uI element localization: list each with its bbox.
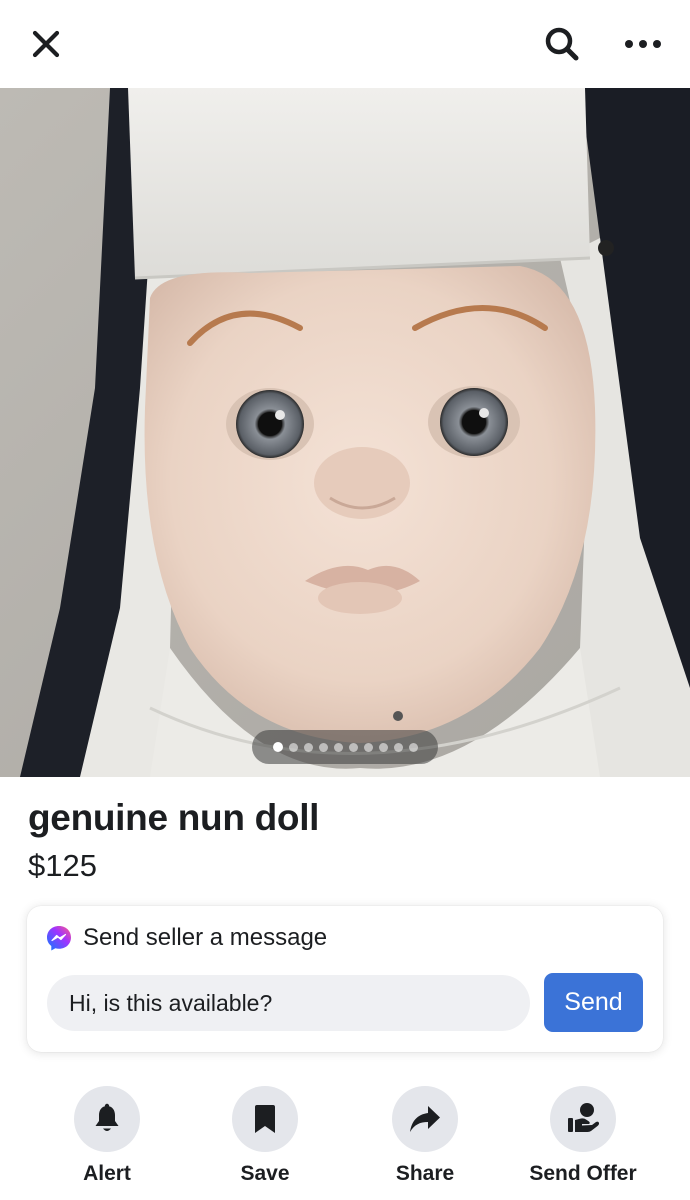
message-input[interactable] xyxy=(47,975,530,1031)
page-dot[interactable] xyxy=(378,742,388,752)
action-label-save: Save xyxy=(240,1162,290,1185)
message-card-header: Send seller a message xyxy=(45,924,327,952)
search-icon xyxy=(545,27,579,61)
bookmark-icon xyxy=(255,1105,275,1133)
alert-circle[interactable] xyxy=(74,1086,140,1152)
page-dot[interactable] xyxy=(318,742,328,752)
send-offer-button[interactable]: Send Offer xyxy=(508,1086,658,1186)
page-dot[interactable] xyxy=(408,742,418,752)
nun-doll-image xyxy=(0,88,690,777)
save-button[interactable]: Save xyxy=(190,1086,340,1186)
message-seller-card: Send seller a message Send xyxy=(27,906,663,1052)
alert-button[interactable]: Alert xyxy=(32,1086,182,1186)
page-dot[interactable] xyxy=(333,742,343,752)
action-label-send-offer: Send Offer xyxy=(529,1162,637,1185)
send-offer-circle[interactable] xyxy=(550,1086,616,1152)
action-label-alert: Alert xyxy=(83,1162,131,1185)
more-icon xyxy=(625,40,661,48)
page-dot[interactable] xyxy=(348,742,358,752)
messenger-icon xyxy=(47,926,71,951)
page-dot[interactable] xyxy=(363,742,373,752)
bell-icon xyxy=(95,1103,119,1131)
search-button[interactable] xyxy=(538,20,586,68)
share-button[interactable]: Share xyxy=(350,1086,500,1186)
page-dot[interactable] xyxy=(288,742,298,752)
send-button[interactable]: Send xyxy=(544,973,643,1032)
page-dot-active[interactable] xyxy=(272,742,283,752)
action-label-share: Share xyxy=(395,1162,455,1185)
close-icon xyxy=(32,30,60,58)
top-bar xyxy=(0,0,690,88)
share-arrow-icon xyxy=(410,1106,440,1132)
photo-pagination-dots[interactable] xyxy=(252,730,438,764)
message-card-heading: Send seller a message xyxy=(83,924,328,951)
action-bar: Alert Save Share Send Offer xyxy=(0,1086,690,1200)
more-options-button[interactable] xyxy=(619,20,667,68)
page-dot[interactable] xyxy=(393,742,403,752)
listing-price: $125 xyxy=(28,848,97,883)
close-button[interactable] xyxy=(22,20,70,68)
listing-title: genuine nun doll xyxy=(28,797,320,838)
listing-photo[interactable] xyxy=(0,88,690,777)
offer-hand-icon xyxy=(568,1103,600,1132)
save-circle[interactable] xyxy=(232,1086,298,1152)
page-dot[interactable] xyxy=(303,742,313,752)
share-circle[interactable] xyxy=(392,1086,458,1152)
